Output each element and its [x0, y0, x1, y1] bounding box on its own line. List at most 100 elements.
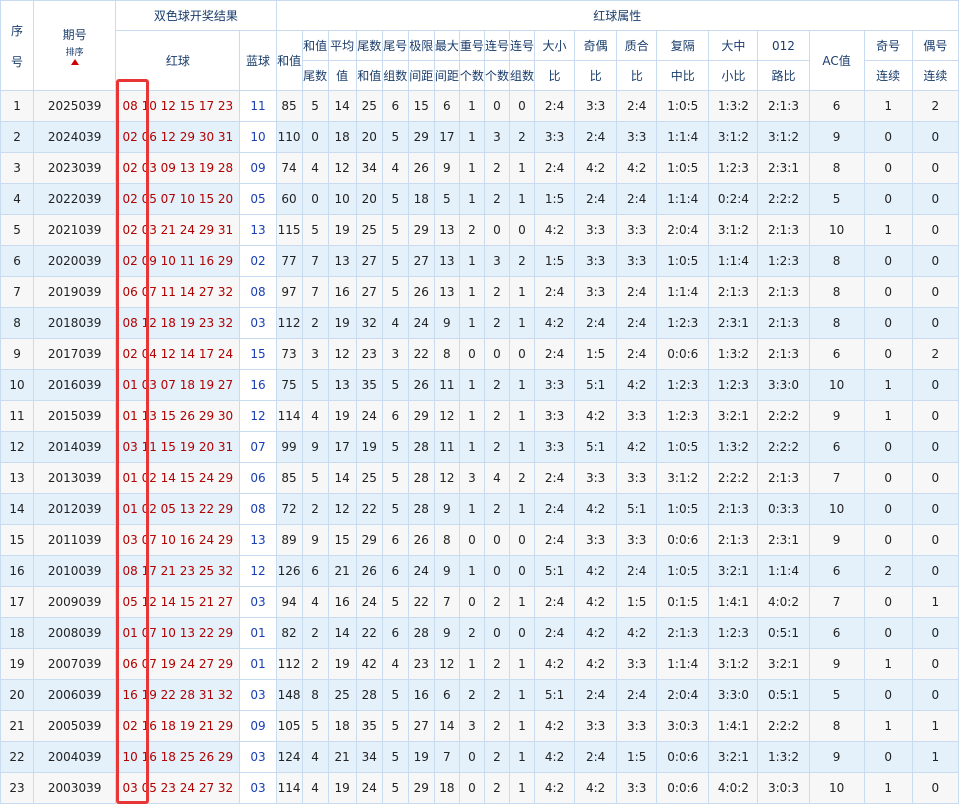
cell-bms: 0:2:4: [708, 183, 759, 215]
table-row: 6 2020039 02 09 10 11 16 29 02 77 7 13 27 5 27 13 1…: [0, 245, 959, 277]
cell-tail-sum: 25: [355, 90, 383, 122]
cell-prime-comp: 2:4: [616, 183, 658, 215]
cell-range: 26: [407, 524, 435, 556]
cell-sum: 124: [275, 741, 303, 773]
cell-sum-tail: 2: [301, 617, 329, 649]
cell-consec-count: 0: [483, 555, 510, 587]
cell-repeat: 3: [458, 710, 485, 742]
cell-blue: 02: [239, 245, 277, 277]
cell-max-gap: 8: [433, 338, 460, 370]
table-row: 16 2010039 08 17 21 23 25 32 12 126 6 21 26 6 24 9…: [0, 555, 959, 587]
sort-arrow-icon[interactable]: [70, 59, 79, 65]
cell-red: 08 17 21 23 25 32: [115, 555, 241, 587]
cell-tail-sum: 28: [355, 679, 383, 711]
cell-consec-count: 3: [483, 245, 510, 277]
cell-prime-comp: 3:3: [616, 772, 658, 804]
cell-avg: 10: [327, 183, 357, 215]
cell-sum: 110: [275, 121, 303, 153]
cell-range: 23: [407, 648, 435, 680]
cell-range: 29: [407, 400, 435, 432]
cell-ac: 8: [808, 152, 865, 184]
cell-prime-comp: 2:4: [616, 555, 658, 587]
cell-ac: 6: [808, 555, 865, 587]
cell-bms: 1:2:3: [708, 369, 759, 401]
cell-repeat: 3: [458, 462, 485, 494]
cell-max-gap: 7: [433, 741, 460, 773]
cell-odd-consec: 0: [863, 741, 913, 773]
cell-odd-consec: 1: [863, 400, 913, 432]
header-even-consec-1: 偶号: [911, 30, 959, 61]
cell-seq: 18: [0, 617, 35, 649]
header-issue[interactable]: 期号 排序: [33, 0, 117, 91]
cell-bms: 3:1:2: [708, 214, 759, 246]
cell-prime-comp: 3:3: [616, 648, 658, 680]
cell-bms: 1:3:2: [708, 338, 759, 370]
cell-bms: 3:2:1: [708, 741, 759, 773]
header-repeat-2: 个数: [458, 60, 485, 91]
cell-bms: 3:3:0: [708, 679, 759, 711]
cell-issue: 2012039: [33, 493, 117, 525]
table-row: 8 2018039 08 12 18 19 23 32 03 112 2 19 32 4 24 9 1…: [0, 307, 959, 339]
cell-avg: 21: [327, 741, 357, 773]
cell-ac: 8: [808, 710, 865, 742]
cell-consec-count: 0: [483, 214, 510, 246]
cell-consec-group: 0: [508, 617, 536, 649]
cell-prime-comp: 4:2: [616, 369, 658, 401]
cell-even-consec: 1: [911, 710, 959, 742]
cell-ac: 10: [808, 214, 865, 246]
cell-prime-comp: 3:3: [616, 524, 658, 556]
cell-prime-comp: 1:5: [616, 741, 658, 773]
cell-blue: 12: [239, 400, 277, 432]
header-sum-tail-2: 尾数: [301, 60, 329, 91]
cell-blue: 15: [239, 338, 277, 370]
cell-odd-even: 5:1: [574, 369, 618, 401]
cell-range: 29: [407, 121, 435, 153]
cell-consec-count: 2: [483, 772, 510, 804]
cell-tail-group: 6: [381, 524, 409, 556]
header-even-consec-2: 连续: [911, 60, 959, 91]
cell-max-gap: 14: [433, 710, 460, 742]
cell-prime-comp: 3:3: [616, 245, 658, 277]
cell-bms: 3:1:2: [708, 648, 759, 680]
cell-avg: 12: [327, 152, 357, 184]
cell-sum-tail: 4: [301, 586, 329, 618]
cell-even-consec: 1: [911, 586, 959, 618]
cell-bms: 2:1:3: [708, 493, 759, 525]
table-row: 3 2023039 02 03 09 13 19 28 09 74 4 12 34 4 26 9 1 2…: [0, 152, 959, 184]
cell-consec-count: 2: [483, 307, 510, 339]
cell-sum-tail: 6: [301, 555, 329, 587]
header-max-gap-2: 间距: [433, 60, 460, 91]
cell-sum: 114: [275, 772, 303, 804]
cell-ac: 9: [808, 400, 865, 432]
cell-repeat: 0: [458, 772, 485, 804]
cell-skip: 2:0:4: [656, 214, 710, 246]
cell-consec-group: 1: [508, 710, 536, 742]
header-bms-2: 小比: [708, 60, 759, 91]
cell-sum: 72: [275, 493, 303, 525]
cell-red: 02 09 10 11 16 29: [115, 245, 241, 277]
cell-skip: 1:1:4: [656, 121, 710, 153]
cell-repeat: 1: [458, 121, 485, 153]
cell-tail-sum: 27: [355, 245, 383, 277]
sort-link[interactable]: 排序: [35, 45, 115, 58]
cell-even-consec: 0: [911, 555, 959, 587]
cell-seq: 19: [0, 648, 35, 680]
cell-prime-comp: 2:4: [616, 338, 658, 370]
header-skip-1: 复隔: [656, 30, 710, 61]
cell-ac: 6: [808, 90, 865, 122]
cell-consec-group: 0: [508, 214, 536, 246]
cell-red: 02 03 09 13 19 28: [115, 152, 241, 184]
cell-sum: 99: [275, 431, 303, 463]
cell-red: 03 11 15 19 20 31: [115, 431, 241, 463]
table-row: 5 2021039 02 03 21 24 29 31 13 115 5 19 25 5 29 13…: [0, 214, 959, 246]
cell-sum-tail: 0: [301, 183, 329, 215]
header-avg-1: 平均: [327, 30, 357, 61]
cell-bms: 2:1:3: [708, 276, 759, 308]
cell-odd-consec: 0: [863, 307, 913, 339]
cell-tail-group: 5: [381, 276, 409, 308]
cell-big-small: 2:4: [534, 586, 576, 618]
cell-avg: 14: [327, 617, 357, 649]
header-avg-2: 值: [327, 60, 357, 91]
table-row: 18 2008039 01 07 10 13 22 29 01 82 2 14 22 6 28 9 2…: [0, 617, 959, 649]
cell-max-gap: 13: [433, 214, 460, 246]
